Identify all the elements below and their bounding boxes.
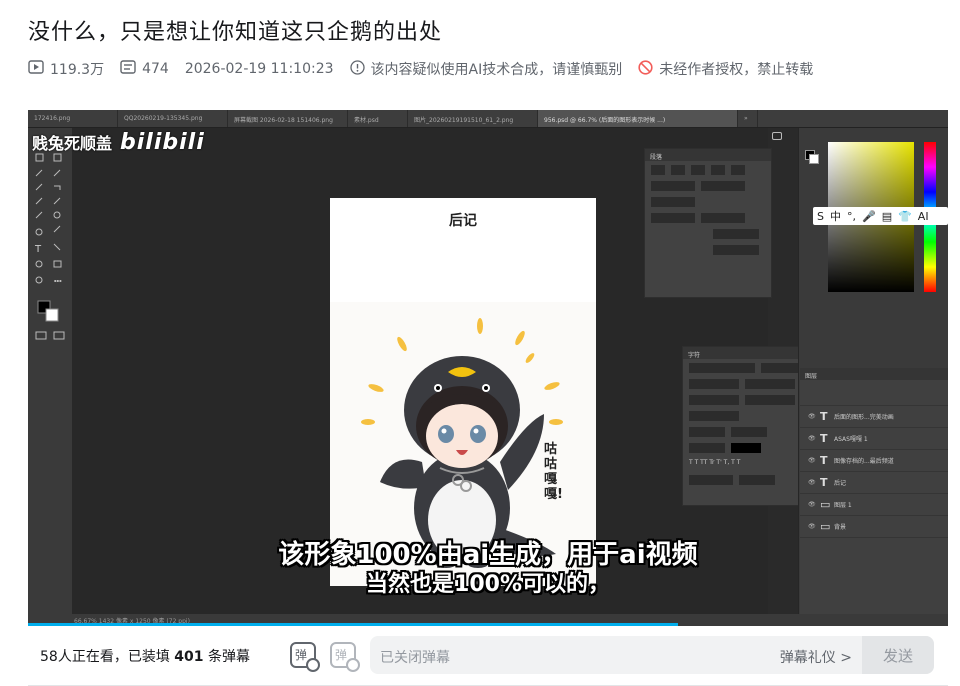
ime-toolbar-item[interactable]: 🎤 <box>862 210 876 223</box>
subtitle-line-2: 当然也是100%可以的， <box>366 572 610 597</box>
text-layer-icon: T <box>820 410 828 423</box>
filled-count: 401 <box>174 649 204 665</box>
ime-toolbar-item[interactable]: 中 <box>830 208 841 224</box>
uploader-watermark: 贱兔死顺盖 <box>32 134 113 153</box>
layer-row[interactable]: 👁 T ASAS嘎嘎 1 <box>800 428 948 450</box>
watching-suffix: 条弹幕 <box>207 649 250 665</box>
send-button[interactable]: 发送 <box>862 636 934 674</box>
layer-row[interactable]: 👁 T 后记 <box>800 472 948 494</box>
ime-toolbar-item[interactable]: 👕 <box>898 210 912 223</box>
ps-tab[interactable]: 172416.png <box>28 110 118 127</box>
svg-text:···: ··· <box>54 277 62 286</box>
ime-toolbar: S 中 °, 🎤 ▤ 👕 AI <box>813 207 948 225</box>
danmaku-input[interactable]: 已关闭弹幕 弹幕礼仪 > <box>370 636 934 674</box>
copyright-notice: 未经作者授权，禁止转载 <box>638 59 813 79</box>
ai-notice: 该内容疑似使用AI技术合成，请谨慎甄别 <box>349 59 623 79</box>
video-title: 没什么，只是想让你知道这只企鹅的出处 <box>28 20 443 45</box>
danmaku-count: 474 <box>142 61 169 77</box>
layer-list: 👁 T 后面的图形...完美动画 👁 T ASAS嘎嘎 1 👁 T 图像存档的...最后频道 👁 T… <box>800 406 948 538</box>
copyright-notice-text: 未经作者授权，禁止转载 <box>659 62 814 78</box>
eye-icon[interactable]: 👁 <box>808 479 820 486</box>
views-count: 119.3万 <box>50 62 105 78</box>
speech-text: 咕咕嘎嘎! <box>544 442 563 502</box>
forbidden-icon <box>638 59 653 79</box>
doc-title: 后记 <box>449 213 477 229</box>
layer-name: 后面的图形...完美动画 <box>834 414 894 421</box>
eye-icon[interactable]: 👁 <box>808 523 820 530</box>
video-page: 没什么，只是想让你知道这只企鹅的出处 119.3万 474 2026-02-19… <box>0 0 960 686</box>
danmaku-toggle-button[interactable]: 弹 <box>290 642 320 672</box>
danmaku-input-placeholder: 已关闭弹幕 <box>380 650 450 666</box>
ps-tab[interactable]: 956.psd @ 66.7% (后面的图形表示时候 ...) <box>538 110 738 127</box>
eye-icon[interactable]: 👁 <box>808 413 820 420</box>
watching-info: 58人正在看，已装填 401 条弹幕 <box>40 646 250 666</box>
danmaku-bar: 58人正在看，已装填 401 条弹幕 弹 弹 已关闭弹幕 弹幕礼仪 > 发送 <box>28 626 948 686</box>
layer-name: 图层 1 <box>834 502 852 509</box>
ps-tab[interactable]: 素材.psd <box>348 110 408 127</box>
gear-icon <box>346 658 360 672</box>
publish-time: 2026-02-19 11:10:23 <box>184 61 334 77</box>
toggle-off-icon <box>306 658 320 672</box>
danmaku-settings-button[interactable]: 弹 <box>330 642 360 672</box>
watching-prefix: 58人正在看，已装填 <box>40 649 170 665</box>
bilibili-watermark: 贱兔死顺盖 bilibili <box>32 130 205 155</box>
text-layer-icon: T <box>820 476 828 489</box>
eye-icon[interactable]: 👁 <box>808 501 820 508</box>
ps-tab-bar: 172416.png QQ20260219-135345.png 屏幕截图 2026… <box>28 110 948 128</box>
ai-notice-text: 该内容疑似使用AI技术合成，请谨慎甄别 <box>370 62 623 78</box>
layer-name: 背景 <box>834 524 847 531</box>
bilibili-logo: bilibili <box>120 130 205 155</box>
ps-paragraph-panel: 段落 <box>644 148 772 298</box>
ps-tab[interactable]: 图片_20260219191510_61_2.png <box>408 110 538 127</box>
image-layer-icon: ▭ <box>820 520 831 533</box>
play-count-icon <box>28 60 44 78</box>
svg-text:T: T <box>34 244 42 255</box>
text-layer-icon: T <box>820 454 828 467</box>
ime-toolbar-item[interactable]: °, <box>847 210 856 223</box>
image-layer-icon: ▭ <box>820 498 831 511</box>
info-circle-icon <box>349 59 365 79</box>
ps-tab[interactable]: QQ20260219-135345.png <box>118 110 228 127</box>
danmaku-count-icon <box>120 60 136 78</box>
danmaku-stat: 474 <box>120 60 169 78</box>
ps-document: 后记 咕咕嘎嘎! <box>330 198 596 586</box>
text-layer-icon: T <box>820 432 828 445</box>
ps-tab[interactable]: 屏幕截图 2026-02-18 151406.png <box>228 110 348 127</box>
ime-toolbar-item[interactable]: S <box>817 210 824 223</box>
layer-row[interactable]: 👁 T 图像存档的...最后频道 <box>800 450 948 472</box>
views-stat: 119.3万 <box>28 59 104 79</box>
danmaku-etiquette-link[interactable]: 弹幕礼仪 > <box>780 647 852 667</box>
video-meta: 119.3万 474 2026-02-19 11:10:23 该内容疑似使用AI… <box>28 58 829 80</box>
video-player[interactable]: 172416.png QQ20260219-135345.png 屏幕截图 2026… <box>28 110 948 626</box>
ime-toolbar-item[interactable]: AI <box>918 210 929 223</box>
eye-icon[interactable]: 👁 <box>808 435 820 442</box>
ps-side-icon <box>772 132 782 140</box>
eye-icon[interactable]: 👁 <box>808 457 820 464</box>
layer-row[interactable]: 👁 ▭ 图层 1 <box>800 494 948 516</box>
ime-toolbar-item[interactable]: ▤ <box>882 210 892 223</box>
layer-name: 后记 <box>834 480 847 487</box>
layer-row[interactable]: 👁 T 后面的图形...完美动画 <box>800 406 948 428</box>
danmaku-settings-icon: 弹 <box>335 648 348 662</box>
danmaku-icon: 弹 <box>295 648 308 662</box>
layer-name: ASAS嘎嘎 1 <box>834 436 868 443</box>
ps-tab[interactable]: » <box>738 110 758 127</box>
layer-name: 图像存档的...最后频道 <box>834 458 894 465</box>
